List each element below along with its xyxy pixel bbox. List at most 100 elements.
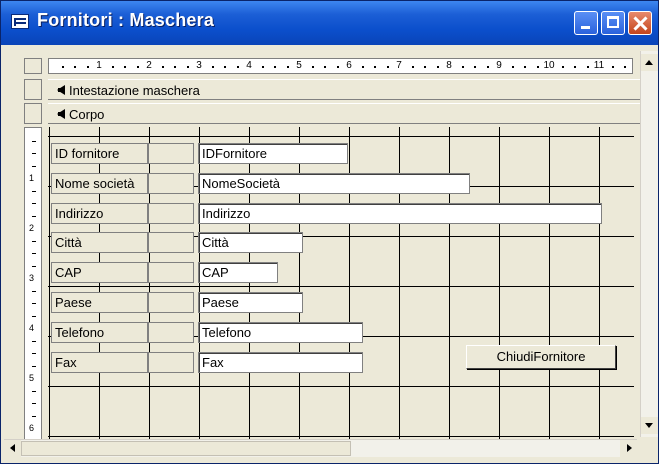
close-button[interactable] — [628, 11, 652, 35]
scroll-down-arrow-icon[interactable] — [641, 417, 658, 434]
window-title: Fornitori : Maschera — [37, 10, 215, 30]
label-paese[interactable]: Paese — [51, 292, 148, 313]
section-arrow-icon — [57, 109, 65, 119]
textbox-idfornitore[interactable]: IDFornitore — [198, 143, 348, 164]
ruler-tick — [32, 203, 36, 204]
command-button-chiudifornitore[interactable]: ChiudiFornitore — [466, 345, 616, 369]
design-grid[interactable]: ID fornitore Nome società Indirizzo Citt… — [48, 127, 634, 445]
ruler-tick — [424, 66, 426, 68]
label-nome-societa[interactable]: Nome società — [51, 173, 148, 194]
form-icon — [11, 14, 29, 29]
ruler-tick — [374, 66, 376, 68]
label-indirizzo[interactable]: Indirizzo — [51, 203, 148, 224]
body-section-label: Corpo — [69, 107, 105, 122]
spacer-box — [148, 322, 194, 343]
ruler-number: 8 — [446, 60, 452, 71]
maximize-button[interactable] — [601, 11, 625, 35]
ruler-number: 2 — [29, 223, 35, 233]
ruler-tick — [286, 66, 289, 68]
header-section-bar[interactable]: Intestazione maschera — [48, 79, 640, 100]
ruler-number: 5 — [296, 60, 302, 71]
ruler-tick — [236, 66, 239, 68]
ruler-tick — [32, 403, 36, 404]
textbox-citta[interactable]: Città — [198, 232, 303, 253]
ruler-tick — [86, 66, 89, 68]
label-fax[interactable]: Fax — [51, 352, 148, 373]
vertical-ruler[interactable]: 1 2 3 4 5 6 — [24, 127, 42, 445]
ruler-number: 10 — [543, 60, 555, 71]
textbox-telefono[interactable]: Telefono — [198, 322, 363, 343]
label-telefono[interactable]: Telefono — [51, 322, 148, 343]
ruler-number: 3 — [196, 60, 202, 71]
textbox-cap[interactable]: CAP — [198, 262, 278, 283]
scrollbar-thumb[interactable] — [21, 441, 351, 456]
textbox-fax[interactable]: Fax — [198, 352, 363, 373]
ruler-tick — [561, 66, 564, 68]
horizontal-scrollbar[interactable] — [4, 439, 637, 457]
form-selector[interactable] — [24, 58, 42, 74]
ruler-tick — [536, 66, 539, 68]
ruler-tick — [124, 66, 126, 68]
spacer-box — [148, 143, 194, 164]
ruler-number: 1 — [96, 60, 102, 71]
header-section-selector[interactable] — [24, 79, 42, 100]
ruler-number: 6 — [346, 60, 352, 71]
ruler-tick — [161, 66, 164, 68]
minimize-button[interactable] — [574, 11, 598, 35]
textbox-nomesocieta[interactable]: NomeSocietà — [198, 173, 470, 194]
ruler-number: 4 — [246, 60, 252, 71]
ruler-tick — [361, 66, 364, 68]
scroll-right-arrow-icon[interactable] — [620, 440, 637, 457]
ruler-number: 3 — [29, 273, 35, 283]
ruler-tick — [32, 153, 36, 154]
ruler-tick — [32, 390, 36, 392]
spacer-box — [148, 203, 194, 224]
section-arrow-icon — [57, 85, 65, 95]
ruler-tick — [486, 66, 489, 68]
ruler-tick — [574, 66, 576, 68]
spacer-box — [148, 232, 194, 253]
spacer-box — [148, 262, 194, 283]
textbox-paese[interactable]: Paese — [198, 292, 303, 313]
ruler-tick — [32, 240, 36, 242]
ruler-tick — [32, 140, 36, 142]
ruler-number: 4 — [29, 323, 35, 333]
ruler-number: 11 — [593, 60, 605, 71]
title-bar[interactable]: Fornitori : Maschera — [1, 1, 658, 45]
ruler-tick — [186, 66, 189, 68]
ruler-tick — [32, 190, 36, 192]
spacer-box — [148, 292, 194, 313]
horizontal-ruler[interactable]: 1 2 3 4 5 6 7 8 9 10 11 — [48, 58, 633, 74]
ruler-tick — [174, 66, 176, 68]
ruler-tick — [474, 66, 476, 68]
ruler-tick — [386, 66, 389, 68]
ruler-tick — [32, 365, 36, 367]
ruler-number: 7 — [396, 60, 402, 71]
spacer-box — [148, 352, 194, 373]
scroll-up-arrow-icon[interactable] — [641, 54, 658, 71]
ruler-tick — [32, 315, 36, 317]
vertical-scrollbar[interactable] — [640, 51, 658, 437]
ruler-tick — [32, 215, 36, 217]
body-section-selector[interactable] — [24, 103, 42, 124]
ruler-number: 1 — [29, 173, 35, 183]
size-grip[interactable] — [640, 439, 658, 457]
ruler-tick — [136, 66, 139, 68]
body-section-bar[interactable]: Corpo — [48, 103, 640, 124]
ruler-tick — [261, 66, 264, 68]
ruler-tick — [311, 66, 314, 68]
ruler-tick — [32, 290, 36, 292]
scroll-left-arrow-icon[interactable] — [4, 440, 21, 457]
ruler-tick — [74, 66, 76, 68]
ruler-tick — [524, 66, 526, 68]
label-id-fornitore[interactable]: ID fornitore — [51, 143, 148, 164]
ruler-tick — [611, 66, 614, 68]
textbox-indirizzo[interactable]: Indirizzo — [198, 203, 602, 224]
ruler-tick — [32, 303, 36, 304]
label-cap[interactable]: CAP — [51, 262, 148, 283]
ruler-tick — [32, 340, 36, 342]
ruler-tick — [411, 66, 414, 68]
label-citta[interactable]: Città — [51, 232, 148, 253]
ruler-tick — [274, 66, 276, 68]
ruler-tick — [586, 66, 589, 68]
